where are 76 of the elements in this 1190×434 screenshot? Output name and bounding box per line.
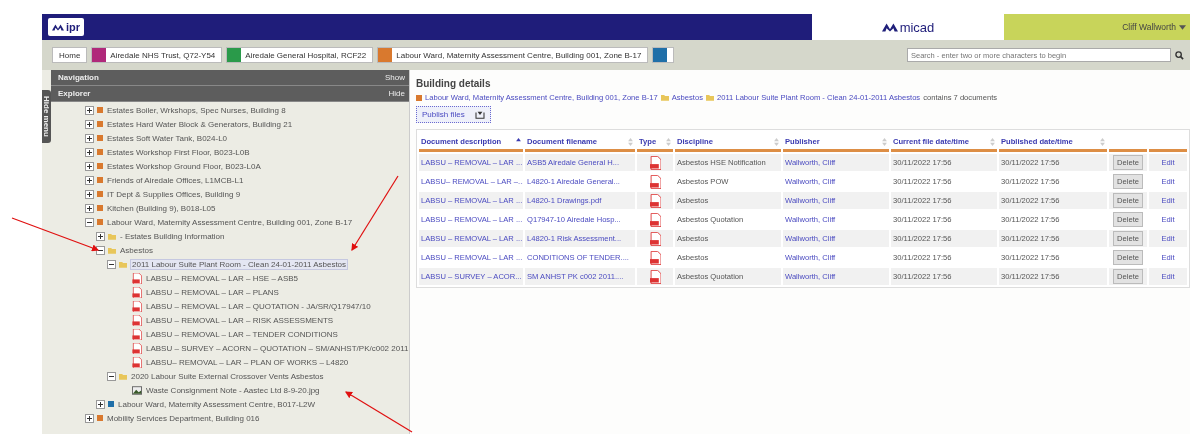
pdf-icon[interactable] bbox=[649, 269, 661, 284]
folder-icon bbox=[705, 94, 714, 101]
building-icon bbox=[416, 94, 422, 101]
image-icon bbox=[132, 384, 142, 396]
pdf-icon bbox=[132, 356, 142, 368]
pdf-icon bbox=[132, 328, 142, 340]
pdf-icon bbox=[132, 342, 142, 354]
tree-item[interactable]: Estates Workshop Ground Floor, B023-L0A bbox=[106, 161, 262, 171]
pdf-icon bbox=[132, 286, 142, 298]
collapse-toggle[interactable] bbox=[85, 217, 94, 227]
expand-toggle[interactable] bbox=[85, 147, 94, 157]
tree-item[interactable]: 2011 Labour Suite Plant Room - Clean 24-01-2011 Asbestos bbox=[130, 258, 349, 270]
tree-item[interactable]: LABSU – SURVEY – ACORN – QUOTATION – SM/ANHST/PK/c002 2011 bbox=[145, 343, 409, 353]
breadcrumb-home[interactable]: Home bbox=[52, 47, 88, 63]
pdf-icon[interactable] bbox=[649, 174, 661, 189]
pdf-icon bbox=[132, 300, 142, 312]
tree-item[interactable]: LABSU – REMOVAL – LAR – PLANS bbox=[145, 287, 280, 297]
arrow-annotation bbox=[344, 391, 413, 433]
expand-toggle[interactable] bbox=[85, 161, 94, 171]
tree-item[interactable]: Kitchen (Building 9), B018-L05 bbox=[106, 203, 217, 213]
search-icon bbox=[1175, 50, 1184, 60]
tree-item[interactable]: Asbestos bbox=[119, 245, 154, 255]
collapse-toggle[interactable] bbox=[107, 259, 116, 269]
pdf-icon bbox=[132, 272, 142, 284]
tree-item[interactable]: LABSU – REMOVAL – LAR – HSE – ASB5 bbox=[145, 273, 300, 283]
hide-link[interactable]: Hide bbox=[388, 89, 405, 98]
expand-toggle[interactable] bbox=[85, 189, 94, 199]
collapse-toggle[interactable] bbox=[107, 371, 116, 381]
folder-icon bbox=[660, 94, 669, 101]
folder-icon bbox=[119, 372, 127, 380]
pdf-icon[interactable] bbox=[649, 231, 661, 246]
tree-item[interactable]: Labour Ward, Maternity Assessment Centre, B017-L2W bbox=[117, 399, 317, 409]
tree-item[interactable]: Labour Ward, Maternity Assessment Centre, Building 001, Zone B-17 bbox=[106, 217, 354, 227]
expand-toggle[interactable] bbox=[85, 203, 94, 213]
expand-toggle[interactable] bbox=[85, 175, 94, 185]
ipr-logo[interactable]: ipr bbox=[48, 18, 85, 36]
tree-item[interactable]: Waste Consignment Note - Aastec Ltd 8-9-20.jpg bbox=[145, 385, 321, 395]
breadcrumb-item[interactable]: Labour Ward, Maternity Assessment Centre, Building 001, Zone B-17 bbox=[377, 47, 649, 63]
tree-item[interactable]: Mobility Services Department, Building 016 bbox=[106, 413, 261, 423]
breadcrumb-item[interactable]: Airedale NHS Trust, Q72-Y54 bbox=[91, 47, 223, 63]
hide-menu-tab[interactable]: Hide menu bbox=[42, 90, 51, 143]
micad-logo: micad bbox=[812, 14, 1004, 40]
panel-title: Explorer bbox=[58, 89, 91, 98]
show-link[interactable]: Show bbox=[385, 73, 405, 82]
tree-item[interactable]: Estates Hard Water Block & Generators, Building 21 bbox=[106, 119, 294, 129]
pdf-icon bbox=[132, 314, 142, 326]
tree-item[interactable]: IT Dept & Supplies Offices, Building 9 bbox=[106, 189, 242, 199]
pdf-icon[interactable] bbox=[649, 155, 661, 170]
breadcrumb-item[interactable]: Airedale General Hospital, RCF22 bbox=[226, 47, 374, 63]
section-title: Building details bbox=[416, 78, 491, 89]
panel-title: Navigation bbox=[58, 73, 99, 82]
tree-item[interactable]: LABSU – REMOVAL – LAR – QUOTATION - JA/SR/Q17947/10 bbox=[145, 301, 372, 311]
user-menu[interactable]: Cliff Wallworth bbox=[1004, 14, 1190, 40]
expand-toggle[interactable] bbox=[85, 119, 94, 129]
tree-item[interactable]: LABSU – REMOVAL – LAR – RISK ASSESSMENTS bbox=[145, 315, 335, 325]
expand-toggle[interactable] bbox=[96, 231, 105, 241]
expand-toggle[interactable] bbox=[85, 133, 94, 143]
caret-icon bbox=[1179, 24, 1186, 30]
breadcrumb-item[interactable] bbox=[652, 47, 675, 63]
pdf-icon[interactable] bbox=[649, 250, 661, 265]
expand-toggle[interactable] bbox=[85, 413, 94, 423]
tree-item[interactable]: Friends of Airedale Offices, L1MCB-L1 bbox=[106, 175, 245, 185]
tree-item[interactable]: LABSU – REMOVAL – LAR – TENDER CONDITIONS bbox=[145, 329, 339, 339]
publish-files-button[interactable]: Publish files bbox=[416, 106, 491, 123]
collapse-toggle[interactable] bbox=[96, 245, 105, 255]
tree-item[interactable]: Estates Soft Water Tank, B024-L0 bbox=[106, 133, 229, 143]
expand-toggle[interactable] bbox=[96, 399, 105, 409]
tree-item[interactable]: Estates Workshop First Floor, B023-L0B bbox=[106, 147, 251, 157]
tree-item[interactable]: 2020 Labour Suite External Crossover Vents Asbestos bbox=[130, 371, 325, 381]
tree-item[interactable]: LABSU– REMOVAL – LAR – PLAN OF WORKS – L4820 bbox=[145, 357, 350, 367]
pdf-icon[interactable] bbox=[649, 193, 661, 208]
pdf-icon[interactable] bbox=[649, 212, 661, 227]
expand-toggle[interactable] bbox=[85, 105, 94, 115]
tree-item[interactable]: - Estates Building Information bbox=[119, 231, 226, 241]
upload-icon bbox=[474, 110, 485, 119]
tree-item[interactable]: Estates Boiler, Wrkshops, Spec Nurses, Building 8 bbox=[106, 105, 287, 115]
